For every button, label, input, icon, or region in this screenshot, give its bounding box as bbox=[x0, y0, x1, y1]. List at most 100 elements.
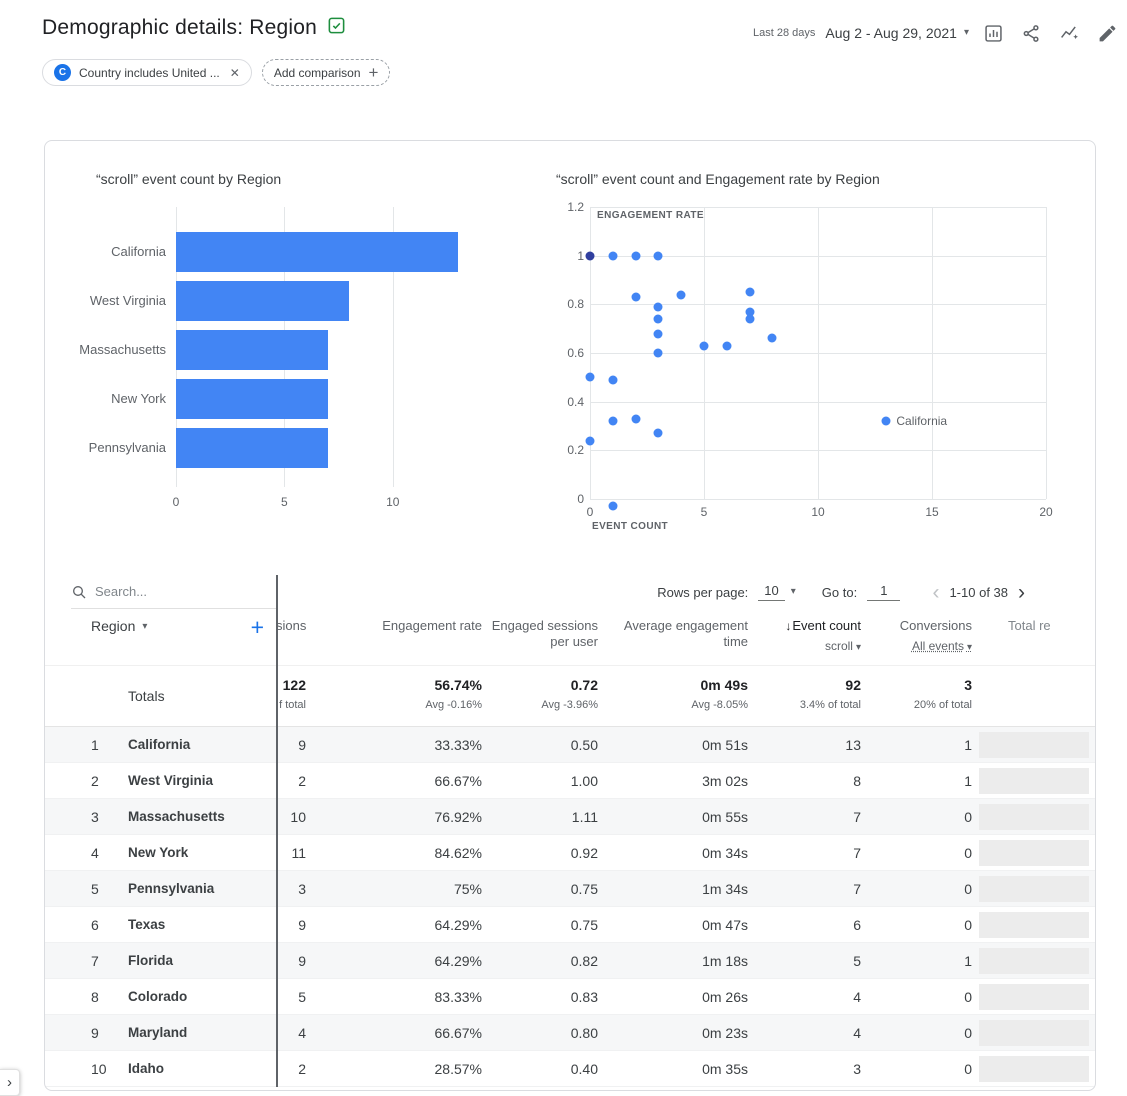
table-row[interactable]: 7 Florida 9 64.29% 0.82 1m 18s 5 1 bbox=[45, 943, 1095, 979]
close-icon[interactable]: ✕ bbox=[230, 66, 240, 80]
metric-cell: 0 bbox=[964, 988, 972, 1005]
table-row[interactable]: 4 New York 11 84.62% 0.92 0m 34s 7 0 bbox=[45, 835, 1095, 871]
column-resize-divider[interactable] bbox=[276, 575, 278, 1087]
add-comparison-button[interactable]: Add comparison + bbox=[261, 59, 391, 86]
goto-page-input[interactable]: 1 bbox=[867, 583, 901, 601]
scatter-point[interactable] bbox=[699, 341, 709, 351]
sidenav-expand-button[interactable]: › bbox=[0, 1069, 20, 1096]
scatter-point[interactable] bbox=[631, 251, 641, 261]
metric-cell: 0 bbox=[964, 880, 972, 897]
scatter-point[interactable] bbox=[585, 372, 595, 382]
customize-report-icon[interactable] bbox=[981, 20, 1007, 46]
metric-cell: 2 bbox=[298, 1060, 306, 1077]
scatter-point[interactable] bbox=[631, 414, 641, 424]
metric-cell: 1 bbox=[964, 772, 972, 789]
column-header-engagement-rate[interactable]: Engagement rate bbox=[306, 609, 482, 665]
metric-cell: 8 bbox=[853, 772, 861, 789]
row-index: 3 bbox=[91, 808, 99, 825]
scatter-point[interactable] bbox=[585, 251, 595, 261]
metric-cell: 1 bbox=[964, 952, 972, 969]
totals-cell: 3 20% of total bbox=[913, 677, 972, 711]
table-row[interactable]: 1 California 9 33.33% 0.50 0m 51s 13 1 bbox=[45, 727, 1095, 763]
comparison-bar: C Country includes United ... ✕ Add comp… bbox=[0, 46, 1127, 86]
table-row[interactable]: 9 Maryland 4 66.67% 0.80 0m 23s 4 0 bbox=[45, 1015, 1095, 1051]
table-row[interactable]: 2 West Virginia 2 66.67% 1.00 3m 02s 8 1 bbox=[45, 763, 1095, 799]
column-header-event-count[interactable]: ↓Event count scroll ▾ bbox=[748, 609, 861, 665]
bar[interactable] bbox=[176, 378, 328, 419]
bar[interactable] bbox=[176, 427, 328, 468]
bar[interactable] bbox=[176, 280, 350, 321]
scatter-point[interactable] bbox=[608, 251, 618, 261]
metric-cell: 0m 35s bbox=[702, 1060, 748, 1077]
date-range-picker[interactable]: Aug 2 - Aug 29, 2021 ▾ bbox=[825, 25, 969, 41]
scatter-point[interactable] bbox=[745, 314, 755, 324]
share-icon[interactable] bbox=[1019, 20, 1045, 46]
metric-cell: 1.11 bbox=[571, 808, 598, 825]
scatter-chart-panel: “scroll” event count and Engagement rate… bbox=[556, 171, 1053, 575]
goto-label: Go to: bbox=[821, 584, 858, 600]
metric-cell: 9 bbox=[298, 736, 306, 753]
caret-down-icon[interactable]: ▾ bbox=[791, 587, 796, 597]
bar-x-axis: 0 5 10 bbox=[172, 487, 486, 509]
revenue-placeholder bbox=[979, 911, 1089, 938]
point-label: California bbox=[896, 414, 948, 429]
table-search[interactable] bbox=[71, 575, 276, 609]
page-title: Demographic details: Region bbox=[42, 16, 318, 39]
region-column-header[interactable]: Region ▾ bbox=[91, 618, 147, 634]
bar-category-label: Pennsylvania bbox=[88, 440, 166, 455]
metric-cell: 0 bbox=[964, 808, 972, 825]
scatter-point[interactable] bbox=[653, 251, 663, 261]
insights-icon[interactable] bbox=[1057, 20, 1083, 46]
edit-icon[interactable] bbox=[1095, 20, 1121, 46]
comparison-chip[interactable]: C Country includes United ... ✕ bbox=[42, 59, 252, 86]
table-row[interactable]: 3 Massachusetts 10 76.92% 1.11 0m 55s 7 0 bbox=[45, 799, 1095, 835]
column-filter-all-events[interactable]: All events ▾ bbox=[861, 638, 972, 654]
x-axis-label: EVENT COUNT bbox=[592, 521, 669, 532]
scatter-point[interactable] bbox=[653, 428, 663, 438]
bar-x-tick-label: 0 bbox=[172, 495, 180, 509]
bar[interactable] bbox=[176, 329, 328, 370]
metric-cell: 64.29% bbox=[434, 952, 482, 969]
metric-cell: 1m 18s bbox=[702, 952, 748, 969]
next-page-icon[interactable]: › bbox=[1012, 582, 1031, 603]
prev-page-icon[interactable]: ‹ bbox=[926, 582, 945, 603]
scatter-point[interactable] bbox=[608, 375, 618, 385]
column-header-conversions[interactable]: Conversions All events ▾ bbox=[861, 609, 972, 665]
y-axis-tick-label: 1 bbox=[577, 248, 584, 263]
column-header-average-engagement-time[interactable]: Average engagement time bbox=[598, 609, 748, 665]
column-header-total-re[interactable]: Total re bbox=[972, 609, 1095, 665]
scatter-point[interactable] bbox=[745, 287, 755, 297]
add-column-button[interactable]: + bbox=[251, 616, 264, 639]
bar[interactable] bbox=[176, 231, 458, 272]
row-index: 7 bbox=[91, 952, 99, 969]
rows-per-page-label: Rows per page: bbox=[657, 584, 749, 600]
x-axis-tick-label: 15 bbox=[925, 505, 939, 519]
add-comparison-label: Add comparison bbox=[273, 65, 361, 80]
revenue-cell bbox=[972, 983, 1095, 1010]
table-row[interactable]: 5 Pennsylvania 3 75% 0.75 1m 34s 7 0 bbox=[45, 871, 1095, 907]
search-input[interactable] bbox=[95, 584, 245, 599]
revenue-placeholder bbox=[979, 731, 1089, 758]
column-header-engaged-sessions-per-user[interactable]: Engaged sessions per user bbox=[482, 609, 598, 665]
scatter-point[interactable] bbox=[585, 436, 595, 446]
column-filter-scroll[interactable]: scroll ▾ bbox=[748, 638, 861, 654]
column-header-sions[interactable]: sions bbox=[276, 609, 306, 665]
rows-per-page-select[interactable]: 10 bbox=[758, 583, 785, 601]
y-axis-tick-label: 0.2 bbox=[567, 443, 584, 458]
bar-chart-panel: “scroll” event count by Region Californi… bbox=[73, 171, 476, 575]
table-row[interactable]: 8 Colorado 5 83.33% 0.83 0m 26s 4 0 bbox=[45, 979, 1095, 1015]
region-cell: New York bbox=[128, 845, 189, 860]
table-row[interactable]: 6 Texas 9 64.29% 0.75 0m 47s 6 0 bbox=[45, 907, 1095, 943]
scatter-point[interactable] bbox=[676, 290, 686, 300]
scatter-point[interactable] bbox=[653, 329, 663, 339]
metric-cell: 84.62% bbox=[434, 844, 482, 861]
scatter-point[interactable] bbox=[653, 302, 663, 312]
scatter-point[interactable] bbox=[631, 292, 641, 302]
scatter-point[interactable] bbox=[881, 416, 891, 426]
scatter-point[interactable] bbox=[722, 341, 732, 351]
scatter-point[interactable] bbox=[767, 333, 777, 343]
scatter-point[interactable] bbox=[653, 348, 663, 358]
table-row[interactable]: 10 Idaho 2 28.57% 0.40 0m 35s 3 0 bbox=[45, 1051, 1095, 1087]
scatter-point[interactable] bbox=[608, 416, 618, 426]
scatter-point[interactable] bbox=[653, 314, 663, 324]
